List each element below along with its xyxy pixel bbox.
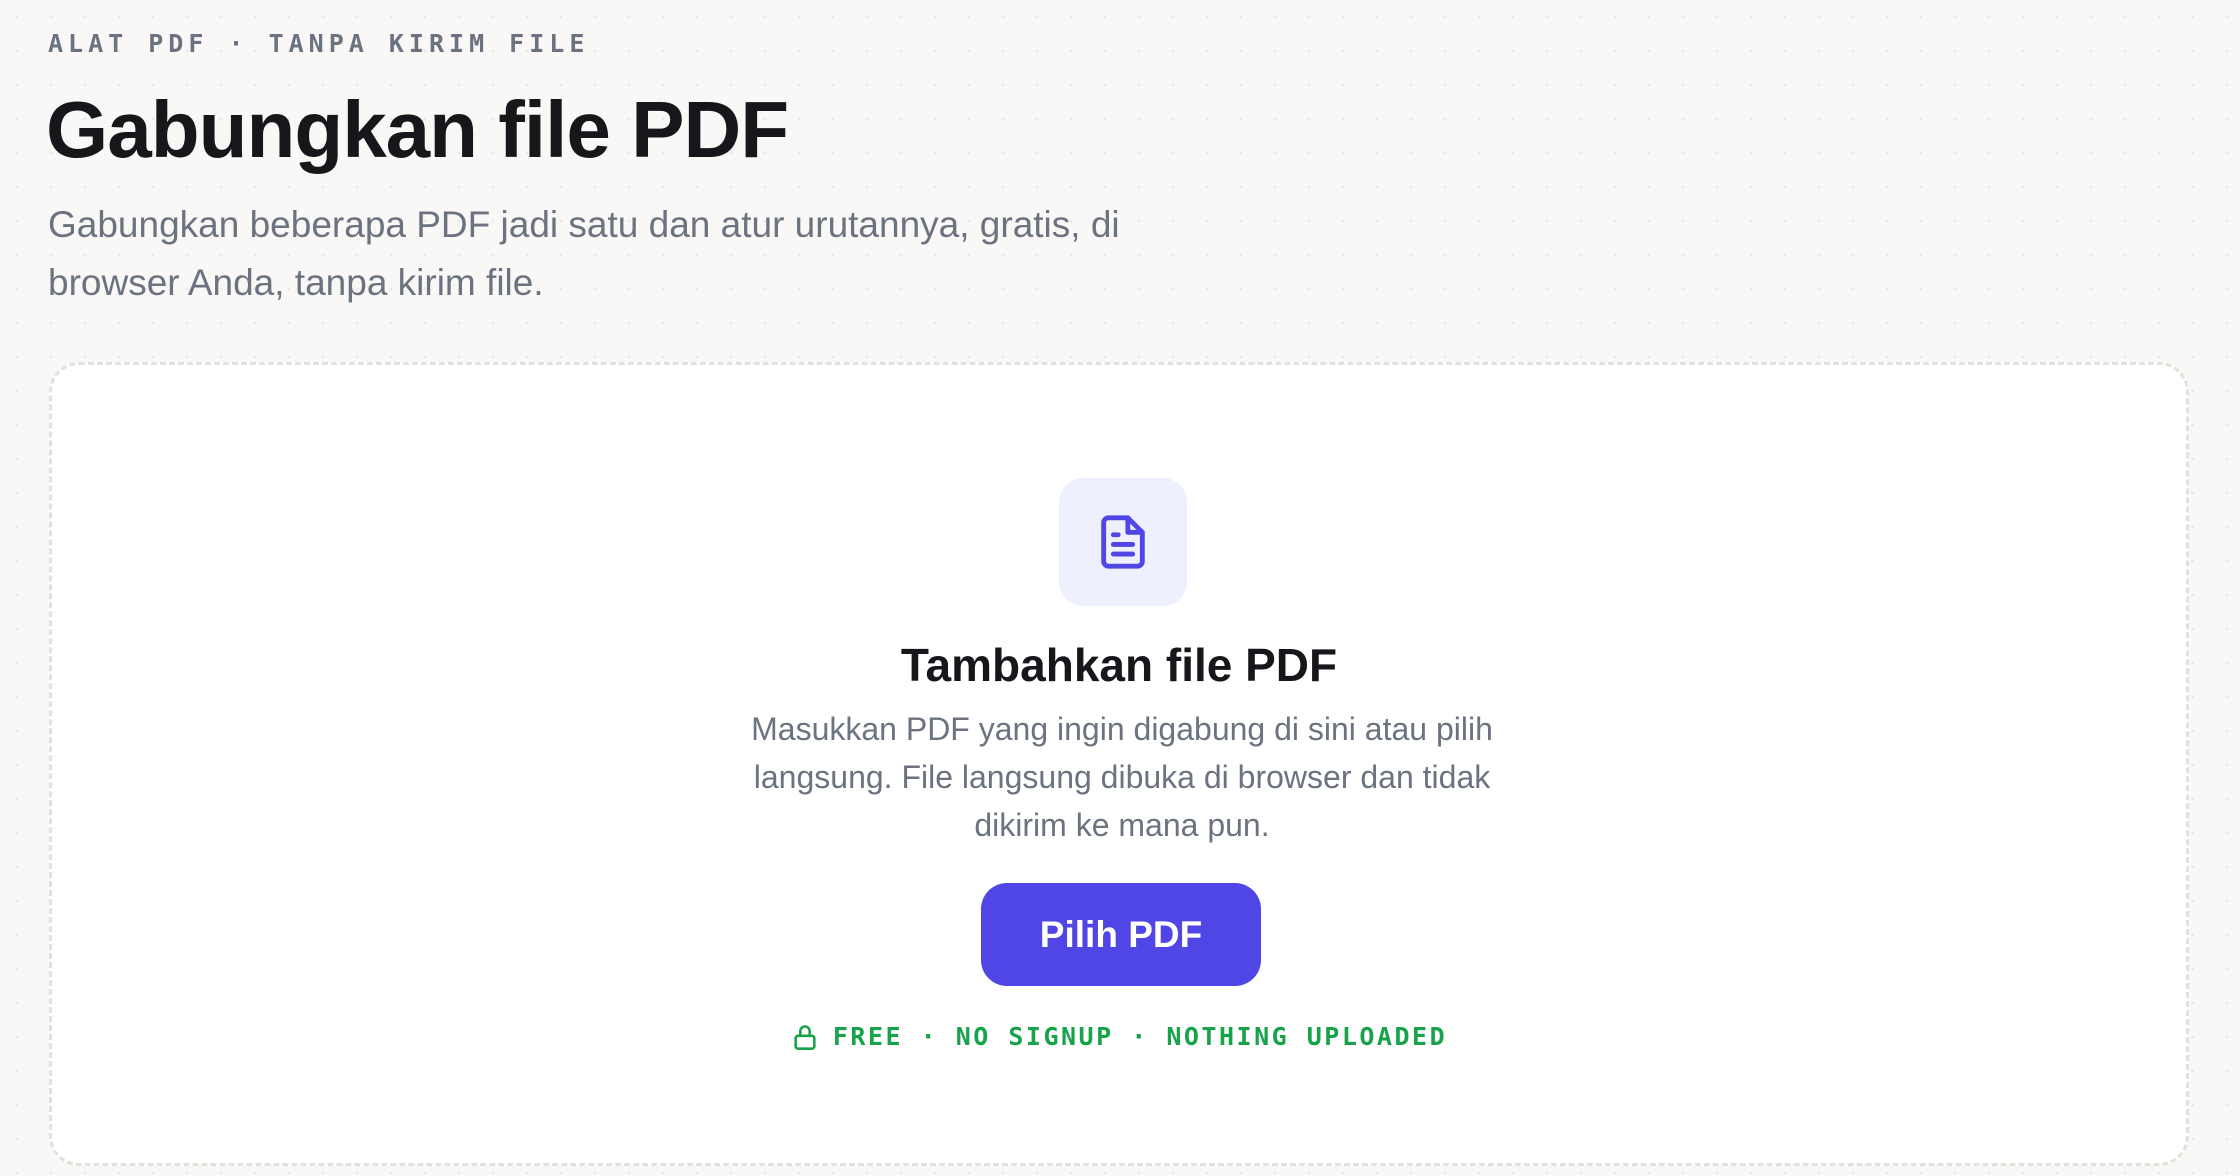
dropzone-heading: Tambahkan file PDF xyxy=(900,639,1338,691)
eyebrow-label: ALAT PDF · TANPA KIRIM FILE xyxy=(48,29,590,58)
page-subtitle: Gabungkan beberapa PDF jadi satu dan atu… xyxy=(48,204,1120,303)
file-text-icon xyxy=(1101,515,1145,569)
privacy-badge: FREE · NO SIGNUP · NOTHING UPLOADED xyxy=(52,1020,2186,1054)
lock-icon xyxy=(794,1025,816,1050)
privacy-badge-text: FREE · NO SIGNUP · NOTHING UPLOADED xyxy=(832,1022,1448,1051)
file-icon-tile xyxy=(1059,478,1187,606)
page-title: Gabungkan file PDF xyxy=(46,85,789,174)
choose-pdf-button[interactable]: Pilih PDF xyxy=(981,883,1261,986)
dropzone-description: Masukkan PDF yang ingin digabung di sini… xyxy=(751,711,1493,843)
pdf-dropzone[interactable]: Tambahkan file PDF Masukkan PDF yang ing… xyxy=(49,362,2189,1166)
